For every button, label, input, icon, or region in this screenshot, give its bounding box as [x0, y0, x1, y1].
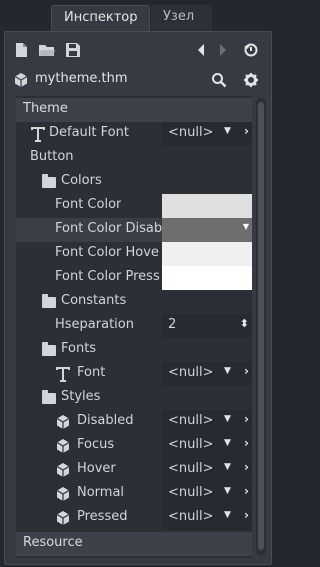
- property-style-disabled[interactable]: Disabled <null> ▼ ›: [16, 410, 252, 434]
- tab-inspector[interactable]: Инспектор: [51, 5, 150, 31]
- stylebox-icon: [55, 414, 71, 430]
- style-label: Normal: [77, 485, 125, 500]
- dropdown-arrow-icon[interactable]: ▼: [224, 438, 234, 448]
- font-color-pressed-label: Font Color Press: [55, 269, 160, 284]
- chevron-right-icon[interactable]: ›: [244, 460, 249, 474]
- property-tree: Theme Default Font <null> ▼ › Button Col…: [16, 96, 252, 558]
- inspector-panel: mytheme.thm Theme Default Font <null> ▼ …: [4, 31, 272, 565]
- chevron-right-icon[interactable]: ›: [244, 436, 249, 450]
- font-label: Font: [77, 365, 106, 380]
- section-resource-label: Resource: [23, 535, 83, 550]
- hseparation-label: Hseparation: [55, 317, 134, 332]
- font-color-hover-label: Font Color Hove: [55, 245, 159, 260]
- fonts-label: Fonts: [61, 341, 97, 356]
- property-style-focus[interactable]: Focus <null> ▼ ›: [16, 434, 252, 458]
- property-font-color-pressed[interactable]: Font Color Press: [16, 266, 252, 290]
- property-hseparation[interactable]: Hseparation 2 ⬍: [16, 314, 252, 338]
- folder-icon: [42, 294, 58, 310]
- font-icon: [55, 366, 71, 382]
- group-fonts[interactable]: Fonts: [16, 338, 252, 362]
- default-font-value[interactable]: <null> ▼ ›: [162, 122, 252, 146]
- property-font-color-disabled[interactable]: Font Color Disab ▼: [16, 218, 252, 242]
- section-theme-label: Theme: [23, 101, 68, 116]
- group-colors[interactable]: Colors: [16, 170, 252, 194]
- styles-label: Styles: [61, 389, 101, 404]
- new-resource-icon[interactable]: [11, 40, 31, 60]
- section-resource[interactable]: Resource: [16, 532, 252, 556]
- stylebox-icon: [55, 486, 71, 502]
- dropdown-arrow-icon[interactable]: ▼: [224, 510, 234, 520]
- font-value[interactable]: <null> ▼ ›: [162, 362, 252, 386]
- resource-name[interactable]: mytheme.thm: [35, 71, 128, 86]
- folder-icon: [42, 174, 58, 190]
- dropdown-arrow-icon[interactable]: ▼: [224, 462, 234, 472]
- font-color-hover-swatch[interactable]: [162, 242, 252, 266]
- default-font-label: Default Font: [49, 125, 129, 140]
- history-forward-icon[interactable]: [213, 40, 233, 60]
- chevron-right-icon[interactable]: ›: [244, 508, 249, 522]
- property-style-pressed[interactable]: Pressed <null> ▼ ›: [16, 506, 252, 530]
- style-value[interactable]: <null> ▼ ›: [162, 410, 252, 434]
- folder-icon: [42, 342, 58, 358]
- property-default-font[interactable]: Default Font <null> ▼ ›: [16, 122, 252, 146]
- chevron-right-icon[interactable]: ›: [244, 124, 249, 138]
- style-value[interactable]: <null> ▼ ›: [162, 458, 252, 482]
- history-back-icon[interactable]: [191, 40, 211, 60]
- property-style-normal[interactable]: Normal <null> ▼ ›: [16, 482, 252, 506]
- font-icon: [30, 126, 46, 142]
- property-style-hover[interactable]: Hover <null> ▼ ›: [16, 458, 252, 482]
- dropdown-arrow-icon[interactable]: ▼: [224, 126, 234, 136]
- constants-label: Constants: [61, 293, 127, 308]
- property-font[interactable]: Font <null> ▼ ›: [16, 362, 252, 386]
- tab-node[interactable]: Узел: [151, 5, 212, 31]
- group-button[interactable]: Button: [16, 146, 252, 170]
- colors-label: Colors: [61, 173, 102, 188]
- chevron-right-icon[interactable]: ›: [244, 412, 249, 426]
- dropdown-arrow-icon[interactable]: ▼: [224, 366, 234, 376]
- chevron-right-icon[interactable]: ›: [244, 484, 249, 498]
- dropdown-arrow-icon[interactable]: ▼: [243, 222, 249, 231]
- stylebox-icon: [55, 462, 71, 478]
- style-value[interactable]: <null> ▼ ›: [162, 434, 252, 458]
- stylebox-icon: [55, 510, 71, 526]
- style-label: Focus: [77, 437, 115, 452]
- section-theme[interactable]: Theme: [16, 98, 252, 122]
- open-folder-icon[interactable]: [37, 40, 57, 60]
- font-color-disabled-swatch[interactable]: ▼: [162, 218, 252, 242]
- dropdown-arrow-icon[interactable]: ▼: [224, 486, 234, 496]
- stylebox-icon: [55, 438, 71, 454]
- style-label: Pressed: [77, 509, 128, 524]
- save-icon[interactable]: [63, 40, 83, 60]
- button-label: Button: [30, 149, 74, 164]
- search-icon[interactable]: [209, 70, 229, 90]
- gear-icon[interactable]: [241, 70, 261, 90]
- group-constants[interactable]: Constants: [16, 290, 252, 314]
- style-label: Disabled: [77, 413, 134, 428]
- style-value[interactable]: <null> ▼ ›: [162, 482, 252, 506]
- property-font-color[interactable]: Font Color: [16, 194, 252, 218]
- hseparation-spinbox[interactable]: 2 ⬍: [162, 314, 252, 338]
- spinner-updown-icon[interactable]: ⬍: [240, 317, 249, 330]
- font-color-disabled-label: Font Color Disab: [55, 221, 162, 236]
- dropdown-arrow-icon[interactable]: ▼: [224, 414, 234, 424]
- style-label: Hover: [77, 461, 116, 476]
- scrollbar-thumb[interactable]: [258, 102, 264, 550]
- font-color-pressed-swatch[interactable]: [162, 266, 252, 290]
- resource-bar: mytheme.thm: [5, 67, 271, 93]
- group-styles[interactable]: Styles: [16, 386, 252, 410]
- dock-tab-bar: Инспектор Узел: [0, 0, 275, 31]
- inspector-toolbar: [5, 36, 271, 64]
- font-color-swatch[interactable]: [162, 194, 252, 218]
- style-value[interactable]: <null> ▼ ›: [162, 506, 252, 530]
- theme-cube-icon: [11, 70, 31, 90]
- vertical-scrollbar[interactable]: [256, 98, 266, 556]
- property-font-color-hover[interactable]: Font Color Hove: [16, 242, 252, 266]
- chevron-right-icon[interactable]: ›: [244, 364, 249, 378]
- font-color-label: Font Color: [55, 197, 122, 212]
- object-history-icon[interactable]: [241, 40, 261, 60]
- folder-icon: [42, 390, 58, 406]
